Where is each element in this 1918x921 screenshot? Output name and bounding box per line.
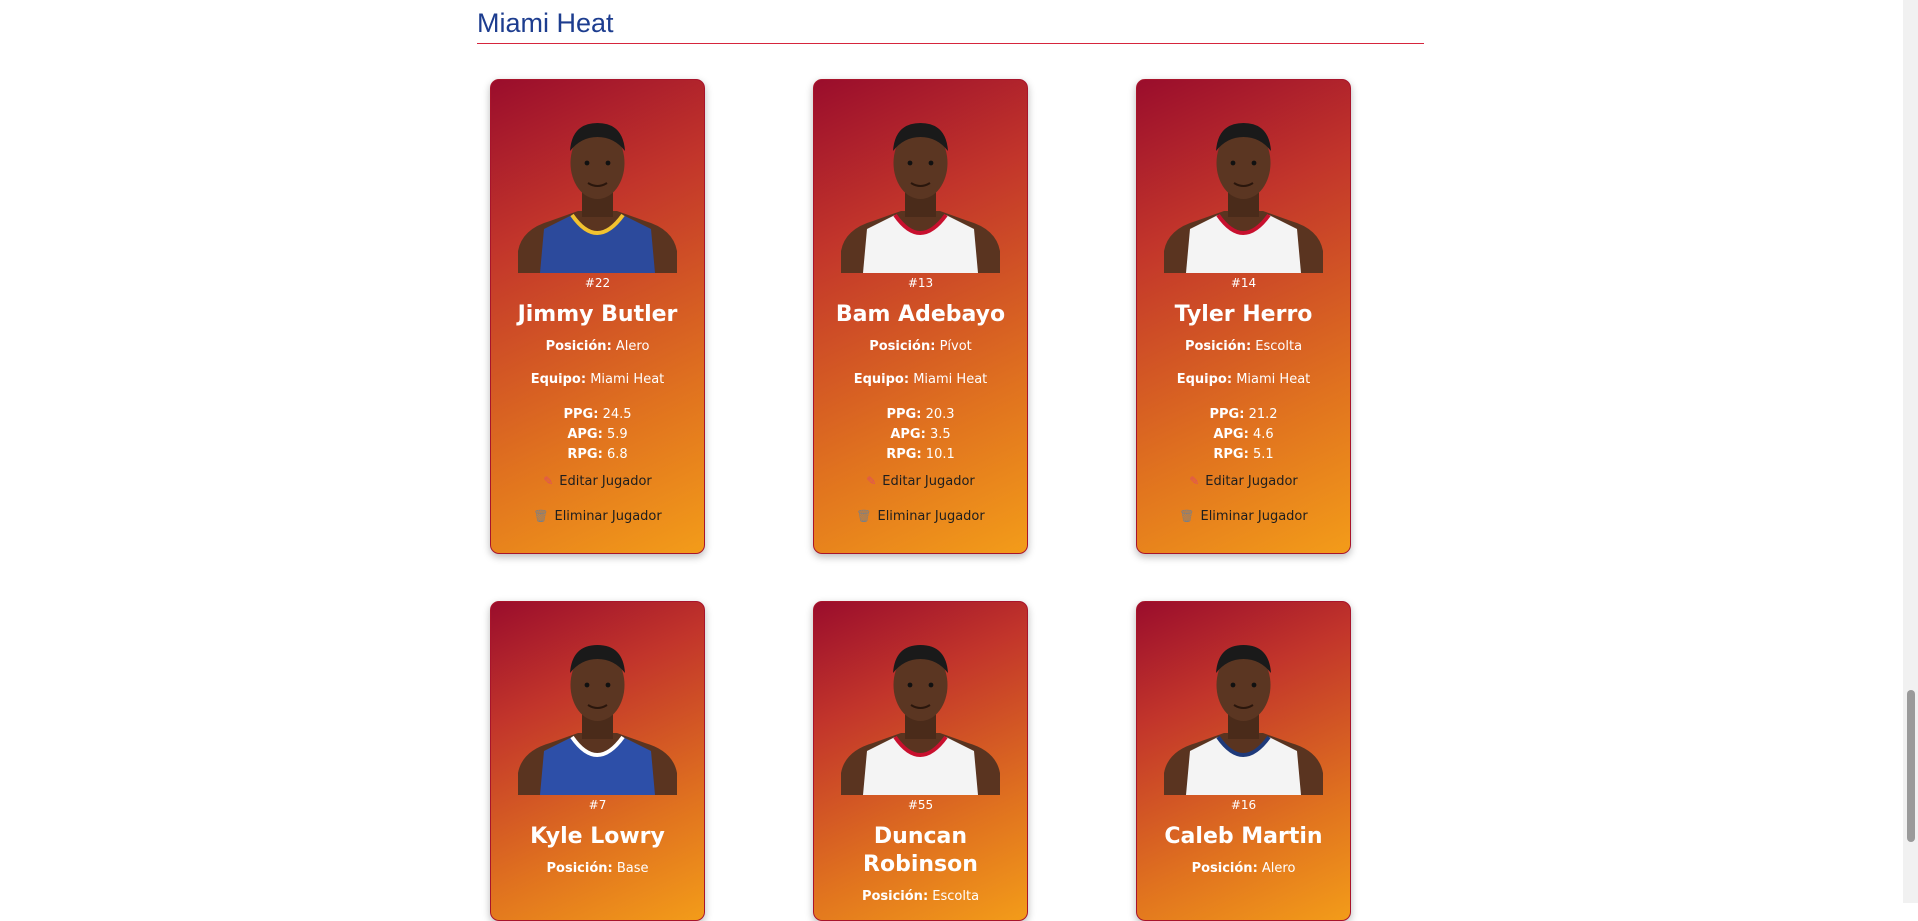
edit-player-button[interactable]: ✎ Editar Jugador bbox=[537, 471, 658, 492]
player-position: Posición: Escolta bbox=[1184, 339, 1303, 354]
player-number: #16 bbox=[1230, 798, 1257, 812]
player-name: Tyler Herro bbox=[1174, 302, 1313, 327]
player-number: #14 bbox=[1230, 276, 1257, 290]
player-photo bbox=[833, 623, 1008, 795]
player-position: Posición: Alero bbox=[545, 339, 650, 354]
trash-icon: 🗑 bbox=[1179, 509, 1195, 523]
trash-icon: 🗑 bbox=[856, 509, 872, 523]
player-position: Posición: Alero bbox=[1191, 861, 1296, 876]
stat-ppg: PPG: 20.3 bbox=[886, 407, 955, 422]
player-card: #13 Bam Adebayo Posición: Pívot Equipo: … bbox=[813, 79, 1028, 554]
player-stats: PPG: 21.2 APG: 4.6 RPG: 5.1 bbox=[1137, 405, 1350, 465]
player-team: Equipo: Miami Heat bbox=[530, 372, 665, 387]
pencil-icon: ✎ bbox=[543, 474, 554, 488]
player-position: Posición: Base bbox=[546, 861, 649, 876]
player-number: #22 bbox=[584, 276, 611, 290]
trash-icon: 🗑 bbox=[533, 509, 549, 523]
scrollbar-thumb[interactable] bbox=[1907, 690, 1915, 842]
player-team: Equipo: Miami Heat bbox=[853, 372, 988, 387]
team-title: Miami Heat bbox=[477, 0, 1424, 44]
player-name: Duncan Robinson bbox=[863, 824, 978, 877]
player-name: Kyle Lowry bbox=[530, 824, 665, 849]
stat-ppg: PPG: 21.2 bbox=[1209, 407, 1278, 422]
edit-player-button[interactable]: ✎ Editar Jugador bbox=[1183, 471, 1304, 492]
player-name: Bam Adebayo bbox=[835, 302, 1006, 327]
player-stats: PPG: 24.5 APG: 5.9 RPG: 6.8 bbox=[491, 405, 704, 465]
stat-rpg: RPG: 10.1 bbox=[886, 447, 955, 462]
player-number: #13 bbox=[907, 276, 934, 290]
delete-player-button[interactable]: 🗑 Eliminar Jugador bbox=[1173, 506, 1313, 527]
player-card: #55 Duncan Robinson Posición: Escolta bbox=[813, 601, 1028, 921]
stat-apg: APG: 3.5 bbox=[890, 427, 951, 442]
player-number: #7 bbox=[588, 798, 607, 812]
team-section: Miami Heat bbox=[477, 0, 1424, 44]
player-name: Caleb Martin bbox=[1164, 824, 1323, 849]
page-scrollbar[interactable] bbox=[1903, 0, 1918, 903]
player-position: Posición: Pívot bbox=[869, 339, 972, 354]
player-card: #22 Jimmy Butler Posición: Alero Equipo:… bbox=[490, 79, 705, 554]
player-photo bbox=[510, 623, 685, 795]
player-team: Equipo: Miami Heat bbox=[1176, 372, 1311, 387]
player-number: #55 bbox=[907, 798, 934, 812]
delete-player-button[interactable]: 🗑 Eliminar Jugador bbox=[850, 506, 990, 527]
stat-rpg: RPG: 6.8 bbox=[567, 447, 628, 462]
stat-apg: APG: 4.6 bbox=[1213, 427, 1274, 442]
player-photo bbox=[1156, 101, 1331, 273]
player-photo bbox=[1156, 623, 1331, 795]
edit-player-button[interactable]: ✎ Editar Jugador bbox=[860, 471, 981, 492]
stat-apg: APG: 5.9 bbox=[567, 427, 628, 442]
stat-ppg: PPG: 24.5 bbox=[563, 407, 632, 422]
player-photo bbox=[833, 101, 1008, 273]
delete-player-button[interactable]: 🗑 Eliminar Jugador bbox=[527, 506, 667, 527]
pencil-icon: ✎ bbox=[866, 474, 877, 488]
stat-rpg: RPG: 5.1 bbox=[1213, 447, 1274, 462]
player-name: Jimmy Butler bbox=[517, 302, 678, 327]
player-card: #16 Caleb Martin Posición: Alero bbox=[1136, 601, 1351, 921]
player-card: #7 Kyle Lowry Posición: Base bbox=[490, 601, 705, 921]
pencil-icon: ✎ bbox=[1189, 474, 1200, 488]
player-stats: PPG: 20.3 APG: 3.5 RPG: 10.1 bbox=[814, 405, 1027, 465]
player-card: #14 Tyler Herro Posición: Escolta Equipo… bbox=[1136, 79, 1351, 554]
player-photo bbox=[510, 101, 685, 273]
